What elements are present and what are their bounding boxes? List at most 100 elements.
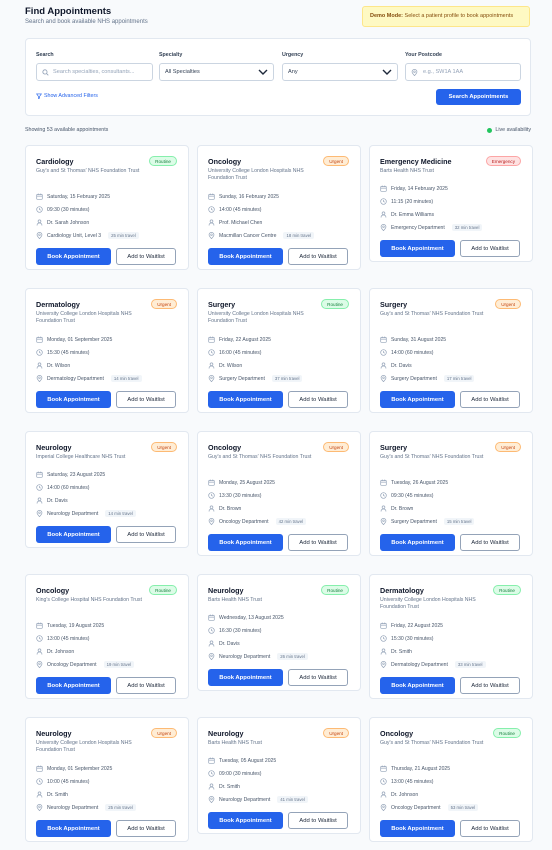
- add-to-waitlist-button[interactable]: Add to Waitlist: [116, 526, 176, 543]
- add-to-waitlist-button[interactable]: Add to Waitlist: [116, 391, 176, 408]
- card-specialty: Surgery: [380, 300, 408, 309]
- map-pin-icon: [208, 375, 215, 382]
- map-pin-icon: [36, 375, 43, 382]
- card-location: Oncology Department 53 min travel: [380, 804, 479, 811]
- book-appointment-button[interactable]: Book Appointment: [380, 677, 455, 694]
- book-appointment-button[interactable]: Book Appointment: [380, 240, 455, 257]
- book-appointment-button[interactable]: Book Appointment: [208, 812, 283, 829]
- card-trust: University College London Hospitals NHS …: [36, 311, 132, 324]
- calendar-icon: [36, 765, 43, 772]
- book-appointment-button[interactable]: Book Appointment: [36, 248, 111, 265]
- card-time-text: 10:00 (45 minutes): [47, 778, 90, 785]
- travel-time-badge: 18 min travel: [283, 232, 315, 239]
- calendar-icon: [36, 622, 43, 629]
- book-appointment-button[interactable]: Book Appointment: [380, 391, 455, 408]
- book-appointment-button[interactable]: Book Appointment: [208, 391, 283, 408]
- search-appointments-button[interactable]: Search Appointments: [436, 89, 521, 105]
- card-date-text: Tuesday, 05 August 2025: [219, 757, 277, 764]
- card-time-text: 09:30 (30 minutes): [47, 206, 90, 213]
- card-time: 13:00 (45 minutes): [380, 778, 433, 785]
- card-date-text: Sunday, 31 August 2025: [391, 336, 447, 343]
- card-location: Surgery Department 15 min travel: [380, 518, 475, 525]
- show-advanced-filters-link[interactable]: Show Advanced Filters: [36, 93, 98, 99]
- card-doctor: Dr. Smith: [208, 783, 240, 790]
- add-to-waitlist-button[interactable]: Add to Waitlist: [460, 240, 520, 257]
- add-to-waitlist-button[interactable]: Add to Waitlist: [116, 820, 176, 837]
- find-appointments-page: Find Appointments Search and book availa…: [0, 0, 552, 850]
- book-appointment-button[interactable]: Book Appointment: [36, 820, 111, 837]
- card-time: 15:30 (45 minutes): [36, 349, 89, 356]
- user-icon: [36, 362, 43, 369]
- card-location: Oncology Department 19 min travel: [36, 661, 135, 668]
- book-appointment-button[interactable]: Book Appointment: [208, 534, 283, 551]
- book-appointment-button[interactable]: Book Appointment: [380, 534, 455, 551]
- live-availability-label: Live availability: [495, 127, 531, 133]
- card-doctor-text: Dr. Smith: [391, 648, 412, 655]
- add-to-waitlist-button[interactable]: Add to Waitlist: [460, 391, 520, 408]
- clock-icon: [208, 627, 215, 634]
- postcode-input[interactable]: e.g., SW1A 1AA: [405, 63, 521, 81]
- card-specialty: Oncology: [380, 729, 414, 738]
- add-to-waitlist-button[interactable]: Add to Waitlist: [288, 248, 348, 265]
- book-appointment-button[interactable]: Book Appointment: [36, 677, 111, 694]
- map-pin-icon: [380, 661, 387, 668]
- card-time-text: 09:00 (30 minutes): [219, 770, 262, 777]
- card-trust: Barts Health NHS Trust: [208, 740, 262, 746]
- user-icon: [380, 505, 387, 512]
- page-subtitle: Search and book available NHS appointmen…: [25, 19, 148, 25]
- card-date: Sunday, 16 February 2025: [208, 193, 279, 200]
- urgency-select[interactable]: Any: [282, 63, 398, 81]
- card-time: 16:00 (45 minutes): [208, 349, 261, 356]
- specialty-select[interactable]: All Specialties: [159, 63, 274, 81]
- card-trust: Guy's and St Thomas' NHS Foundation Trus…: [380, 740, 484, 746]
- card-specialty: Oncology: [36, 586, 70, 595]
- card-trust: Imperial College Healthcare NHS Trust: [36, 454, 126, 460]
- card-date-text: Thursday, 21 August 2025: [391, 765, 451, 772]
- card-doctor-text: Dr. Emma Williams: [391, 211, 435, 218]
- add-to-waitlist-button[interactable]: Add to Waitlist: [116, 677, 176, 694]
- card-location-text: Cardiology Unit, Level 3: [47, 232, 102, 239]
- travel-time-badge: 19 min travel: [103, 661, 135, 668]
- user-icon: [380, 648, 387, 655]
- card-doctor-text: Dr. Davis: [391, 362, 412, 369]
- add-to-waitlist-button[interactable]: Add to Waitlist: [288, 391, 348, 408]
- demo-mode-text: Select a patient profile to book appoint…: [404, 13, 514, 19]
- user-icon: [380, 211, 387, 218]
- card-date: Tuesday, 19 August 2025: [36, 622, 104, 629]
- card-date: Friday, 22 August 2025: [380, 622, 443, 629]
- appointment-card: Neurology University College London Hosp…: [25, 717, 189, 842]
- urgency-badge: Urgent: [495, 442, 521, 452]
- specialty-value: All Specialties: [165, 69, 200, 75]
- live-availability: Live availability: [487, 127, 531, 133]
- appointment-card: Emergency Medicine Barts Health NHS Trus…: [369, 145, 533, 262]
- add-to-waitlist-button[interactable]: Add to Waitlist: [460, 534, 520, 551]
- book-appointment-button[interactable]: Book Appointment: [36, 391, 111, 408]
- clock-icon: [380, 635, 387, 642]
- card-doctor-text: Dr. Wilson: [47, 362, 71, 369]
- user-icon: [380, 362, 387, 369]
- add-to-waitlist-button[interactable]: Add to Waitlist: [460, 677, 520, 694]
- search-input[interactable]: Search specialties, consultants...: [36, 63, 153, 81]
- add-to-waitlist-button[interactable]: Add to Waitlist: [288, 812, 348, 829]
- book-appointment-button[interactable]: Book Appointment: [208, 669, 283, 686]
- urgency-value: Any: [288, 69, 298, 75]
- postcode-label: Your Postcode: [405, 52, 442, 58]
- card-specialty: Neurology: [36, 729, 72, 738]
- map-pin-icon: [36, 661, 43, 668]
- card-trust: Guy's and St Thomas' NHS Foundation Trus…: [36, 168, 140, 174]
- card-doctor: Dr. Emma Williams: [380, 211, 434, 218]
- appointment-card: Oncology Guy's and St Thomas' NHS Founda…: [369, 717, 533, 842]
- add-to-waitlist-button[interactable]: Add to Waitlist: [116, 248, 176, 265]
- appointment-card: Neurology Barts Health NHS Trust Routine…: [197, 574, 361, 691]
- book-appointment-button[interactable]: Book Appointment: [208, 248, 283, 265]
- card-location-text: Oncology Department: [47, 661, 97, 668]
- add-to-waitlist-button[interactable]: Add to Waitlist: [288, 534, 348, 551]
- travel-time-badge: 15 min travel: [443, 518, 475, 525]
- card-date: Sunday, 31 August 2025: [380, 336, 446, 343]
- search-placeholder: Search specialties, consultants...: [53, 69, 135, 75]
- add-to-waitlist-button[interactable]: Add to Waitlist: [288, 669, 348, 686]
- card-time: 14:00 (60 minutes): [380, 349, 433, 356]
- add-to-waitlist-button[interactable]: Add to Waitlist: [460, 820, 520, 837]
- book-appointment-button[interactable]: Book Appointment: [380, 820, 455, 837]
- book-appointment-button[interactable]: Book Appointment: [36, 526, 111, 543]
